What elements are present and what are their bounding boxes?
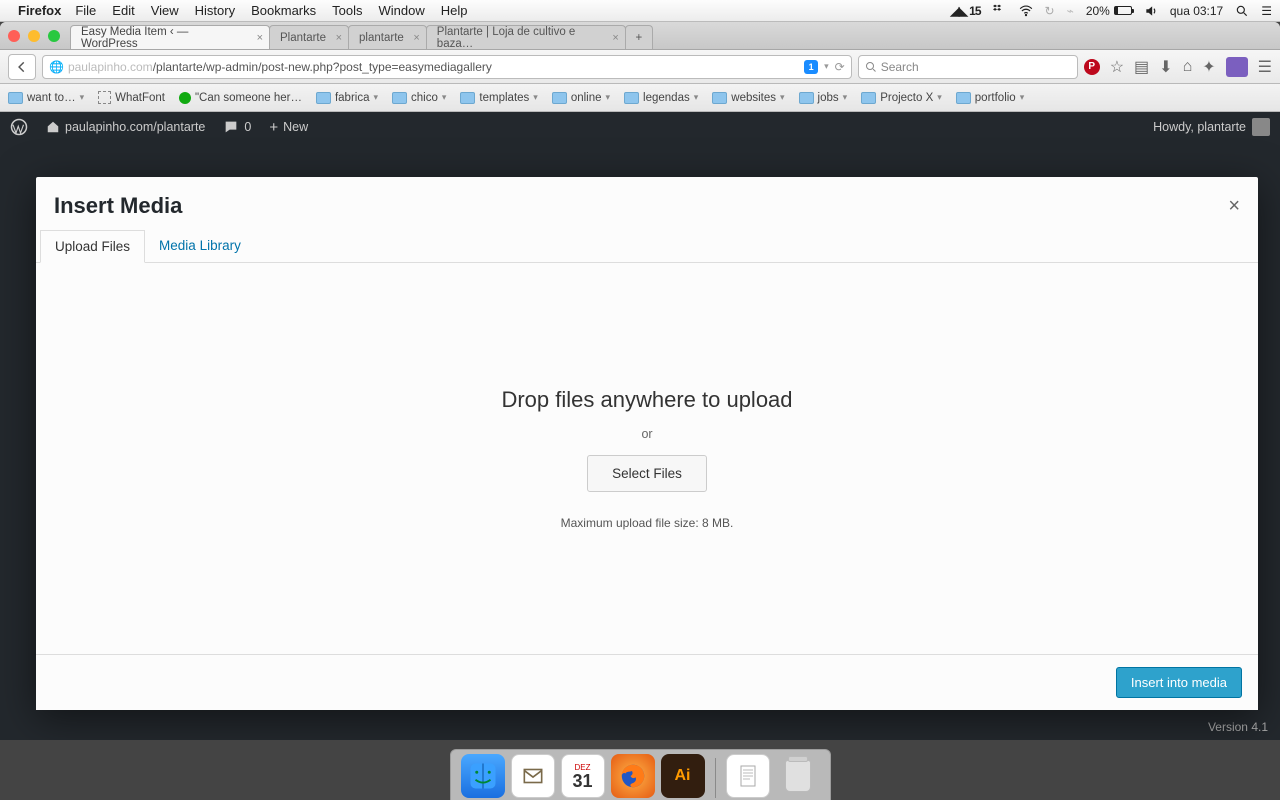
dock-calendar-icon[interactable]: DEZ31 — [561, 754, 605, 798]
wp-logo[interactable] — [10, 118, 28, 136]
adobe-cc-icon[interactable]: ◢◣ 15 — [950, 4, 980, 18]
addon-icon[interactable]: ✦ — [1202, 57, 1215, 77]
wifi-icon[interactable] — [1019, 4, 1033, 18]
menu-file[interactable]: File — [75, 3, 96, 18]
dropdown-icon[interactable]: ▾ — [824, 61, 829, 72]
wp-howdy[interactable]: Howdy, plantarte — [1153, 120, 1246, 134]
hamburger-menu-icon[interactable]: ☰ — [1258, 57, 1272, 77]
search-field[interactable]: Search — [858, 55, 1078, 79]
bookmark-item[interactable]: "Can someone her… — [179, 92, 302, 104]
tab-active[interactable]: Easy Media Item ‹ — WordPress× — [70, 25, 270, 49]
firefox-window: Easy Media Item ‹ — WordPress× Plantarte… — [0, 22, 1280, 740]
menu-bookmarks[interactable]: Bookmarks — [251, 3, 316, 18]
onepassword-icon[interactable]: 1 — [804, 60, 818, 74]
menu-window[interactable]: Window — [379, 3, 425, 18]
bookmarks-toolbar: want to…▾ WhatFont "Can someone her… fab… — [0, 84, 1280, 112]
tab-strip: Easy Media Item ‹ — WordPress× Plantarte… — [0, 22, 1280, 50]
dock-separator — [715, 758, 716, 798]
reading-list-icon[interactable]: ▤ — [1134, 57, 1149, 77]
max-upload-msg: Maximum upload file size: 8 MB. — [561, 516, 734, 530]
back-button[interactable] — [8, 54, 36, 80]
bookmark-folder[interactable]: templates▾ — [460, 92, 537, 104]
close-icon[interactable]: × — [413, 32, 419, 44]
wp-version: Version 4.1 — [1208, 714, 1268, 740]
menu-history[interactable]: History — [195, 3, 235, 18]
bookmark-star-icon[interactable]: ☆ — [1110, 57, 1124, 77]
bookmark-folder[interactable]: websites▾ — [712, 92, 784, 104]
downloads-icon[interactable]: ⬇ — [1159, 57, 1172, 77]
window-zoom[interactable] — [48, 30, 60, 42]
modal-close-icon[interactable]: × — [1228, 196, 1240, 216]
spotlight-icon[interactable] — [1235, 4, 1249, 18]
macos-dock: DEZ31 Ai — [0, 740, 1280, 800]
navigation-toolbar: 🌐 paulapinho.com/plantarte/wp-admin/post… — [0, 50, 1280, 84]
tab-upload-files[interactable]: Upload Files — [40, 230, 145, 263]
wp-admin-bar: paulapinho.com/plantarte 0 +New Howdy, p… — [0, 112, 1280, 142]
window-controls — [8, 22, 60, 49]
menu-view[interactable]: View — [151, 3, 179, 18]
bookmark-folder[interactable]: legendas▾ — [624, 92, 698, 104]
bookmark-folder[interactable]: Projecto X▾ — [861, 92, 942, 104]
battery-indicator[interactable]: 20% — [1086, 4, 1132, 18]
globe-icon: 🌐 — [49, 60, 64, 74]
insert-media-modal: Insert Media × Upload Files Media Librar… — [36, 177, 1258, 710]
select-files-button[interactable]: Select Files — [587, 455, 707, 492]
clock[interactable]: qua 03:17 — [1170, 4, 1223, 18]
modal-tabs: Upload Files Media Library — [36, 229, 1258, 263]
drop-heading: Drop files anywhere to upload — [501, 387, 792, 413]
window-close[interactable] — [8, 30, 20, 42]
window-minimize[interactable] — [28, 30, 40, 42]
volume-icon[interactable] — [1144, 4, 1158, 18]
dock-illustrator-icon[interactable]: Ai — [661, 754, 705, 798]
dropbox-icon[interactable] — [993, 4, 1007, 18]
colorpicker-icon[interactable] — [1226, 57, 1248, 77]
tab-media-library[interactable]: Media Library — [145, 230, 255, 263]
insert-into-media-button[interactable]: Insert into media — [1116, 667, 1242, 698]
home-icon[interactable]: ⌂ — [1183, 58, 1193, 76]
avatar[interactable] — [1252, 118, 1270, 136]
menu-edit[interactable]: Edit — [112, 3, 134, 18]
bookmark-folder[interactable]: online▾ — [552, 92, 610, 104]
notification-center-icon[interactable]: ☰ — [1261, 4, 1272, 18]
macos-menubar: Firefox File Edit View History Bookmarks… — [0, 0, 1280, 22]
bookmark-folder[interactable]: fabrica▾ — [316, 92, 378, 104]
close-icon[interactable]: × — [612, 32, 618, 44]
bookmark-folder[interactable]: portfolio▾ — [956, 92, 1024, 104]
dock-textedit-icon[interactable] — [726, 754, 770, 798]
new-tab-button[interactable]: + — [625, 25, 653, 49]
reload-icon[interactable]: ⟳ — [835, 60, 845, 74]
close-icon[interactable]: × — [336, 32, 342, 44]
wp-comments[interactable]: 0 — [223, 119, 251, 135]
timemachine-icon[interactable]: ↻ — [1045, 4, 1055, 18]
app-name[interactable]: Firefox — [18, 3, 61, 18]
upload-dropzone[interactable]: Drop files anywhere to upload or Select … — [36, 263, 1258, 654]
dock-trash-icon[interactable] — [776, 754, 820, 798]
menu-tools[interactable]: Tools — [332, 3, 362, 18]
search-placeholder: Search — [881, 60, 919, 74]
address-bar[interactable]: 🌐 paulapinho.com/plantarte/wp-admin/post… — [42, 55, 852, 79]
dock-finder-icon[interactable] — [461, 754, 505, 798]
wp-site-link[interactable]: paulapinho.com/plantarte — [46, 120, 205, 134]
bluetooth-icon[interactable]: ⌁ — [1067, 4, 1074, 18]
close-icon[interactable]: × — [257, 32, 263, 44]
menu-help[interactable]: Help — [441, 3, 468, 18]
pinterest-icon[interactable]: P — [1084, 59, 1100, 75]
or-divider: or — [641, 427, 652, 441]
bookmark-folder[interactable]: jobs▾ — [799, 92, 848, 104]
dock-firefox-icon[interactable] — [611, 754, 655, 798]
tab[interactable]: Plantarte | Loja de cultivo e baza…× — [426, 25, 626, 49]
wp-new[interactable]: +New — [269, 119, 308, 136]
tab[interactable]: plantarte× — [348, 25, 427, 49]
dock-mail-icon[interactable] — [511, 754, 555, 798]
modal-title: Insert Media — [54, 193, 182, 219]
bookmark-item[interactable]: WhatFont — [98, 91, 165, 104]
bookmark-folder[interactable]: want to…▾ — [8, 92, 84, 104]
bookmark-folder[interactable]: chico▾ — [392, 92, 446, 104]
tab[interactable]: Plantarte× — [269, 25, 349, 49]
